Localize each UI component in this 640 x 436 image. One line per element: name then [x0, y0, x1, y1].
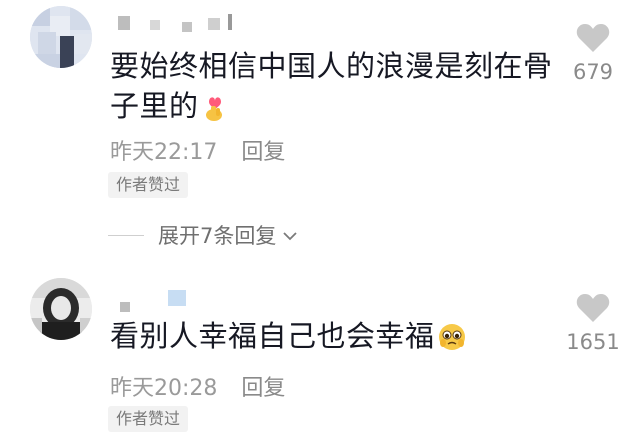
comment-text-content: 要始终相信中国人的浪漫是刻在骨子里的 — [110, 49, 553, 123]
expand-replies-label: 展开7条回复 — [158, 224, 277, 248]
comment-item: 要始终相信中国人的浪漫是刻在骨子里的 昨天22:17 回复 作者赞过 展开7条回复… — [0, 0, 640, 262]
avatar[interactable] — [30, 278, 92, 340]
heart-icon — [576, 294, 610, 322]
comment-timestamp: 昨天20:28 — [110, 376, 218, 401]
username-blurred[interactable] — [112, 12, 242, 34]
like-button[interactable]: 1651 — [558, 292, 628, 354]
comment-item: 看别人幸福自己也会幸福 昨天20:28 回复 作者赞过 1651 — [0, 268, 640, 436]
username-blurred[interactable] — [112, 290, 192, 312]
like-count: 1651 — [566, 330, 620, 354]
divider — [108, 234, 144, 236]
avatar[interactable] — [30, 6, 92, 68]
comment-text-content: 看别人幸福自己也会幸福 — [110, 319, 435, 353]
comment-meta: 昨天22:17 回复 — [110, 134, 285, 166]
finger-heart-icon — [201, 92, 229, 132]
reply-button[interactable]: 回复 — [241, 376, 285, 401]
expand-replies-button[interactable]: 展开7条回复 — [108, 220, 298, 250]
comment-meta: 昨天20:28 回复 — [110, 370, 285, 402]
like-button[interactable]: 679 — [558, 22, 628, 84]
pleading-face-icon — [437, 322, 467, 362]
heart-icon — [576, 24, 610, 52]
comment-text: 看别人幸福自己也会幸福 — [110, 316, 560, 362]
comment-timestamp: 昨天22:17 — [110, 140, 218, 165]
author-liked-badge: 作者赞过 — [108, 172, 189, 198]
author-liked-badge: 作者赞过 — [108, 406, 189, 432]
reply-button[interactable]: 回复 — [241, 140, 285, 165]
comment-text: 要始终相信中国人的浪漫是刻在骨子里的 — [110, 46, 560, 132]
chevron-down-icon — [282, 223, 298, 247]
like-count: 679 — [572, 60, 614, 84]
